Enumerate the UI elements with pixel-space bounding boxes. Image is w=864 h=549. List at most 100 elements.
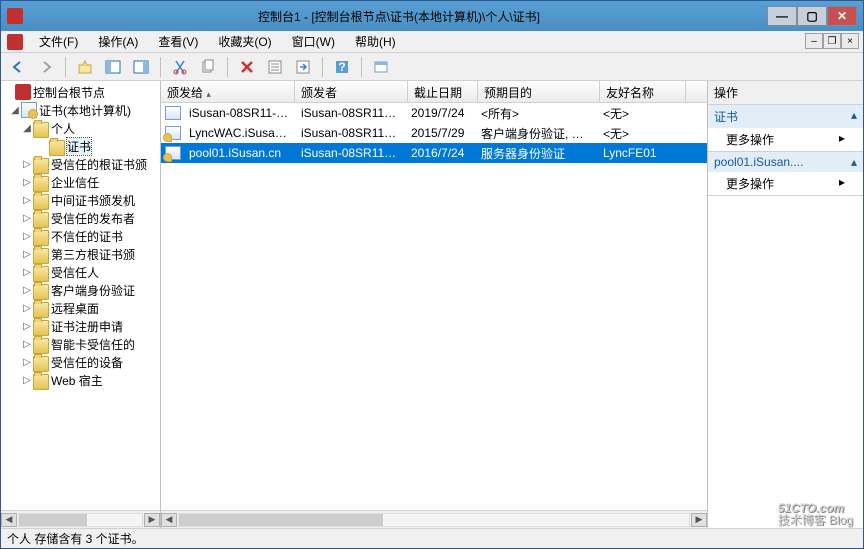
table-row[interactable]: pool01.iSusan.cniSusan-08SR11-CA2016/7/2… bbox=[161, 143, 707, 163]
menu-file[interactable]: 文件(F) bbox=[31, 31, 86, 52]
cell-expires: 2016/7/24 bbox=[405, 146, 475, 160]
tree-item[interactable]: ▷受信任的根证书颁 bbox=[1, 155, 160, 173]
twisty-icon[interactable]: ▷ bbox=[21, 339, 33, 350]
menu-window[interactable]: 窗口(W) bbox=[284, 31, 343, 52]
action-section-header[interactable]: 证书 ▴ bbox=[708, 105, 863, 128]
col-issued-by[interactable]: 颁发者 bbox=[295, 81, 408, 102]
folder-icon bbox=[33, 176, 49, 192]
scroll-right-button[interactable]: ▶ bbox=[691, 513, 707, 527]
cert-store-icon bbox=[21, 102, 37, 118]
tree-root[interactable]: 控制台根节点 bbox=[1, 83, 160, 101]
twisty-icon[interactable]: ▷ bbox=[21, 249, 33, 260]
action-more[interactable]: 更多操作 ▸ bbox=[708, 172, 863, 195]
cert-tool-button[interactable] bbox=[370, 56, 392, 78]
show-hide-action-button[interactable] bbox=[130, 56, 152, 78]
twisty-icon[interactable]: ▷ bbox=[21, 177, 33, 188]
list-scrollbar[interactable]: ◀ ▶ bbox=[161, 510, 707, 528]
sort-asc-icon: ▴ bbox=[206, 89, 211, 99]
mdi-restore-button[interactable]: ❐ bbox=[823, 33, 841, 49]
folder-icon bbox=[33, 356, 49, 372]
twisty-icon[interactable]: ▷ bbox=[21, 159, 33, 170]
tree-item[interactable]: ▷ 受信任的发布者 bbox=[1, 209, 160, 227]
action-pane: 操作 证书 ▴ 更多操作 ▸ pool01.iSusan.... ▴ 更多操作 … bbox=[708, 81, 863, 528]
list-body[interactable]: iSusan-08SR11-CAiSusan-08SR11-CA2019/7/2… bbox=[161, 103, 707, 510]
action-more[interactable]: 更多操作 ▸ bbox=[708, 128, 863, 151]
scroll-right-button[interactable]: ▶ bbox=[144, 513, 160, 527]
tree-body[interactable]: 控制台根节点 ◢ 证书(本地计算机) ◢ 个人 证书 ▷受信任的根证书颁▷企业信… bbox=[1, 81, 160, 510]
tree-item[interactable]: ▷中间证书颁发机 bbox=[1, 191, 160, 209]
twisty-icon[interactable]: ▷ bbox=[21, 357, 33, 368]
folder-icon bbox=[33, 320, 49, 336]
forward-button[interactable] bbox=[35, 56, 57, 78]
twisty-icon[interactable]: ▷ bbox=[21, 321, 33, 332]
delete-button[interactable] bbox=[236, 56, 258, 78]
minimize-button[interactable]: — bbox=[767, 6, 797, 26]
tree-label: 受信任的发布者 bbox=[51, 210, 135, 227]
menu-favorites[interactable]: 收藏夹(O) bbox=[210, 31, 279, 52]
tree-item[interactable]: ▷受信任的设备 bbox=[1, 353, 160, 371]
tree-item[interactable]: ▷客户端身份验证 bbox=[1, 281, 160, 299]
maximize-button[interactable]: ▢ bbox=[797, 6, 827, 26]
col-expires[interactable]: 截止日期 bbox=[408, 81, 478, 102]
tree-personal[interactable]: ◢ 个人 bbox=[1, 119, 160, 137]
tree-certs[interactable]: 证书 bbox=[1, 137, 160, 155]
menu-help[interactable]: 帮助(H) bbox=[347, 31, 404, 52]
list-header: 颁发给 ▴ 颁发者 截止日期 预期目的 友好名称 bbox=[161, 81, 707, 103]
twisty-icon[interactable]: ◢ bbox=[9, 105, 21, 116]
console-root-icon bbox=[15, 84, 31, 100]
tree-item[interactable]: ▷受信任人 bbox=[1, 263, 160, 281]
scroll-left-button[interactable]: ◀ bbox=[1, 513, 17, 527]
col-friendly[interactable]: 友好名称 bbox=[600, 81, 686, 102]
app-icon bbox=[7, 8, 23, 24]
twisty-icon[interactable]: ▷ bbox=[21, 213, 33, 224]
twisty-icon[interactable]: ◢ bbox=[21, 123, 33, 134]
col-issued-to[interactable]: 颁发给 ▴ bbox=[161, 81, 295, 102]
folder-icon bbox=[33, 338, 49, 354]
table-row[interactable]: LyncWAC.iSusan.cniSusan-08SR11-CA2015/7/… bbox=[161, 123, 707, 143]
tree-item[interactable]: ▷不信任的证书 bbox=[1, 227, 160, 245]
scroll-left-button[interactable]: ◀ bbox=[161, 513, 177, 527]
menu-action[interactable]: 操作(A) bbox=[90, 31, 146, 52]
tree-item[interactable]: ▷智能卡受信任的 bbox=[1, 335, 160, 353]
tree-item[interactable]: ▷Web 宿主 bbox=[1, 371, 160, 389]
twisty-icon[interactable]: ▷ bbox=[21, 375, 33, 386]
cut-button[interactable] bbox=[169, 56, 191, 78]
tree-item[interactable]: ▷企业信任 bbox=[1, 173, 160, 191]
toolbar-separator bbox=[160, 57, 161, 77]
tree-scrollbar[interactable]: ◀ ▶ bbox=[1, 510, 160, 528]
twisty-icon[interactable]: ▷ bbox=[21, 195, 33, 206]
export-list-button[interactable] bbox=[292, 56, 314, 78]
tree-item[interactable]: ▷第三方根证书颁 bbox=[1, 245, 160, 263]
tree-label: 证书 bbox=[67, 138, 91, 155]
mdi-minimize-button[interactable]: – bbox=[805, 33, 823, 49]
tree-label: 远程桌面 bbox=[51, 300, 99, 317]
scroll-thumb[interactable] bbox=[179, 514, 383, 526]
close-button[interactable]: ✕ bbox=[827, 6, 857, 26]
action-pane-title: 操作 bbox=[708, 81, 863, 105]
help-button[interactable]: ? bbox=[331, 56, 353, 78]
collapse-icon[interactable]: ▴ bbox=[851, 155, 857, 169]
back-button[interactable] bbox=[7, 56, 29, 78]
tree-certs-local[interactable]: ◢ 证书(本地计算机) bbox=[1, 101, 160, 119]
tree-item[interactable]: ▷证书注册申请 bbox=[1, 317, 160, 335]
show-hide-tree-button[interactable] bbox=[102, 56, 124, 78]
mdi-close-button[interactable]: × bbox=[841, 33, 859, 49]
collapse-icon[interactable]: ▴ bbox=[851, 108, 857, 125]
twisty-icon[interactable]: ▷ bbox=[21, 285, 33, 296]
scroll-track[interactable] bbox=[18, 513, 143, 527]
twisty-icon[interactable]: ▷ bbox=[21, 231, 33, 242]
properties-button[interactable] bbox=[264, 56, 286, 78]
table-row[interactable]: iSusan-08SR11-CAiSusan-08SR11-CA2019/7/2… bbox=[161, 103, 707, 123]
tree-item[interactable]: ▷ 远程桌面 bbox=[1, 299, 160, 317]
copy-button[interactable] bbox=[197, 56, 219, 78]
twisty-icon[interactable]: ▷ bbox=[21, 267, 33, 278]
folder-icon bbox=[33, 122, 49, 138]
menu-view[interactable]: 查看(V) bbox=[150, 31, 206, 52]
scroll-track[interactable] bbox=[178, 513, 690, 527]
up-button[interactable] bbox=[74, 56, 96, 78]
action-section-header[interactable]: pool01.iSusan.... ▴ bbox=[708, 152, 863, 172]
cell-friendly: <无> bbox=[597, 125, 683, 142]
scroll-thumb[interactable] bbox=[19, 514, 87, 526]
twisty-icon[interactable]: ▷ bbox=[21, 303, 33, 314]
col-purpose[interactable]: 预期目的 bbox=[478, 81, 600, 102]
